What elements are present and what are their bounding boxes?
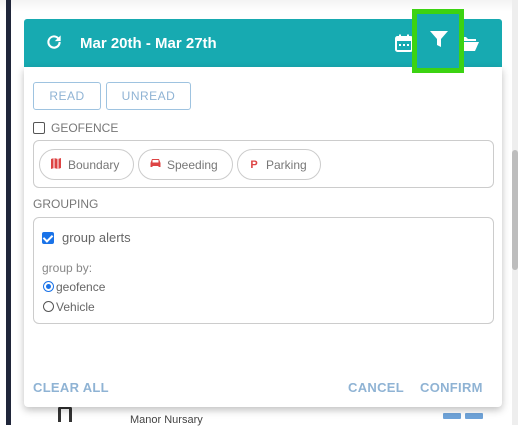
calendar-icon[interactable] bbox=[395, 34, 413, 52]
refresh-icon[interactable] bbox=[44, 32, 64, 52]
confirm-button[interactable]: CONFIRM bbox=[420, 380, 483, 395]
group-by-geofence-label: geofence bbox=[56, 280, 106, 294]
filter-icon bbox=[430, 31, 448, 47]
speeding-chip[interactable]: Speeding bbox=[138, 149, 233, 180]
boundary-chip[interactable]: Boundary bbox=[39, 149, 134, 180]
list-item-label[interactable]: Manor Nursary bbox=[130, 414, 203, 426]
read-filter-button[interactable]: READ bbox=[33, 82, 101, 110]
parking-icon: P bbox=[250, 158, 258, 171]
filter-panel: READ UNREAD GEOFENCE Boundary Speeding P… bbox=[24, 67, 502, 407]
group-by-label: group by: bbox=[42, 261, 93, 275]
geofence-type-group: Boundary Speeding P Parking bbox=[33, 140, 494, 188]
parking-chip[interactable]: P Parking bbox=[237, 149, 321, 180]
grouping-options: group alerts group by: geofence Vehicle bbox=[33, 217, 494, 324]
map-icon bbox=[50, 157, 62, 172]
boundary-label: Boundary bbox=[68, 157, 120, 172]
cancel-button[interactable]: CANCEL bbox=[348, 380, 404, 395]
scrollbar-thumb[interactable] bbox=[512, 150, 518, 270]
group-alerts-label: group alerts bbox=[62, 230, 131, 245]
geofence-checkbox[interactable] bbox=[33, 122, 45, 134]
car-icon bbox=[149, 158, 161, 171]
date-range-label[interactable]: Mar 20th - Mar 27th bbox=[80, 35, 217, 52]
group-by-vehicle-radio[interactable] bbox=[43, 301, 54, 312]
geofence-label: GEOFENCE bbox=[51, 121, 119, 135]
list-item-actions bbox=[443, 406, 487, 424]
group-by-geofence-radio[interactable] bbox=[43, 281, 54, 292]
left-edge-bar bbox=[6, 0, 11, 425]
filter-button[interactable] bbox=[412, 9, 464, 73]
unread-filter-button[interactable]: UNREAD bbox=[106, 82, 191, 110]
clear-all-button[interactable]: CLEAR ALL bbox=[33, 380, 109, 395]
grouping-section-label: GROUPING bbox=[33, 197, 99, 211]
group-alerts-checkbox[interactable] bbox=[42, 232, 54, 244]
speeding-label: Speeding bbox=[167, 157, 218, 172]
parking-label: Parking bbox=[266, 157, 307, 172]
group-by-vehicle-label: Vehicle bbox=[56, 300, 95, 314]
